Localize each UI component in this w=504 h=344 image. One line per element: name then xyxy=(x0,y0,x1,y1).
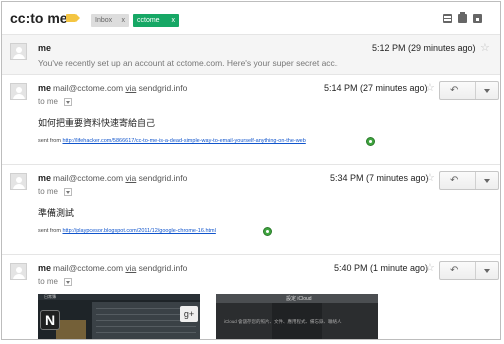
sender-name: me xyxy=(38,83,52,93)
via-link[interactable]: via xyxy=(125,83,136,93)
star-icon[interactable]: ☆ xyxy=(480,43,490,54)
sender-domain: sendgrid.info xyxy=(138,263,188,273)
message-time: 5:12 PM (29 minutes ago) xyxy=(372,43,476,53)
show-details-icon[interactable] xyxy=(64,278,72,286)
recipient-line: to me xyxy=(38,97,59,106)
sender-domain: sendgrid.info xyxy=(138,83,188,93)
sender-email: mail@cctome.com xyxy=(53,83,124,93)
show-details-icon[interactable] xyxy=(64,188,72,196)
avatar xyxy=(10,83,27,100)
button-divider xyxy=(475,82,476,99)
print-icon[interactable] xyxy=(458,12,467,23)
more-options-icon[interactable] xyxy=(484,179,490,183)
sent-from-line: sent from http://lifehacker.com/5866617/… xyxy=(38,138,306,144)
reply-icon: ↶ xyxy=(450,175,459,186)
via-link[interactable]: via xyxy=(125,173,136,183)
remove-label-icon[interactable]: x xyxy=(122,14,126,27)
sent-from-line: sent from http://playpcesor.blogspot.com… xyxy=(38,228,216,234)
thumbnail-photo xyxy=(56,320,86,339)
thumbnail-title: 日常簿 xyxy=(44,294,56,299)
message-expanded: me mail@cctome.com via sendgrid.info 5:1… xyxy=(2,74,500,164)
reply-icon: ↶ xyxy=(450,265,459,276)
remove-label-icon[interactable]: x xyxy=(172,14,176,27)
sender-details: mail@cctome.com via sendgrid.info xyxy=(53,173,187,183)
conversation-view: cc:to me Inbox x cctome x me 5:12 PM (29… xyxy=(1,1,501,340)
conversation-header: cc:to me Inbox x cctome x xyxy=(2,2,500,34)
recipient-line: to me xyxy=(38,277,59,286)
thumbnail-titlebar: 日常簿 xyxy=(38,294,200,300)
more-options-icon[interactable] xyxy=(484,89,490,93)
extension-icon[interactable] xyxy=(263,227,272,236)
thumbnail-title: 設定 iCloud xyxy=(286,296,312,302)
source-link[interactable]: http://playpcesor.blogspot.com/2011/12/g… xyxy=(62,228,215,234)
label-chip-cctome[interactable]: cctome x xyxy=(133,14,179,27)
button-divider xyxy=(475,172,476,189)
sender-name: me xyxy=(38,43,52,53)
show-details-icon[interactable] xyxy=(64,98,72,106)
app-tile: N xyxy=(40,310,60,330)
message-expanded: me mail@cctome.com via sendgrid.info 5:3… xyxy=(2,164,500,254)
thumbnail-titlebar: 設定 iCloud xyxy=(216,294,378,303)
expand-all-icon[interactable] xyxy=(443,14,452,23)
message-time: 5:40 PM (1 minute ago) xyxy=(334,263,429,273)
message-body: 準備測試 xyxy=(38,208,75,218)
message-time: 5:14 PM (27 minutes ago) xyxy=(324,83,428,93)
reply-button[interactable]: ↶ xyxy=(439,171,499,190)
important-marker-icon[interactable] xyxy=(66,14,80,22)
sender-email: mail@cctome.com xyxy=(53,263,124,273)
sent-from-label: sent from xyxy=(38,138,61,144)
reply-icon: ↶ xyxy=(450,85,459,96)
conversation-subject: cc:to me xyxy=(10,10,68,26)
via-link[interactable]: via xyxy=(125,263,136,273)
attachment-thumbnail[interactable]: 設定 iCloud iCloud 會儲存您的照片、文件、應用程式、備忘錄、聯絡人 xyxy=(216,294,378,339)
attachment-thumbnail[interactable]: 日常簿 N g+ xyxy=(38,294,200,339)
gplus-badge: g+ xyxy=(180,306,198,322)
label-chip-text: cctome xyxy=(137,17,160,24)
message-body: 如何把重要資料快速寄給自己 xyxy=(38,118,156,128)
extension-icon[interactable] xyxy=(366,137,375,146)
label-chip-inbox[interactable]: Inbox x xyxy=(91,14,129,27)
reply-button[interactable]: ↶ xyxy=(439,261,499,280)
message-snippet: You've recently set up an account at cct… xyxy=(38,58,338,68)
star-icon[interactable]: ☆ xyxy=(425,83,435,94)
message-collapsed[interactable]: me 5:12 PM (29 minutes ago) ☆ You've rec… xyxy=(2,34,500,74)
message-time: 5:34 PM (7 minutes ago) xyxy=(330,173,429,183)
sender-domain: sendgrid.info xyxy=(138,173,188,183)
thumbnail-text: iCloud 會儲存您的照片、文件、應用程式、備忘錄、聯絡人 xyxy=(224,319,342,324)
star-icon[interactable]: ☆ xyxy=(425,173,435,184)
more-options-icon[interactable] xyxy=(484,269,490,273)
new-window-icon[interactable] xyxy=(473,14,482,23)
avatar xyxy=(10,263,27,280)
label-chip-text: Inbox xyxy=(95,17,113,24)
button-divider xyxy=(475,262,476,279)
sender-name: me xyxy=(38,263,52,273)
sender-details: mail@cctome.com via sendgrid.info xyxy=(53,83,187,93)
recipient-line: to me xyxy=(38,187,59,196)
sender-name: me xyxy=(38,173,52,183)
sender-email: mail@cctome.com xyxy=(53,173,124,183)
sender-details: mail@cctome.com via sendgrid.info xyxy=(53,263,187,273)
source-link[interactable]: http://lifehacker.com/5866617/cc-to-me-i… xyxy=(62,138,305,144)
avatar xyxy=(10,43,27,60)
sent-from-label: sent from xyxy=(38,228,61,234)
avatar xyxy=(10,173,27,190)
star-icon[interactable]: ☆ xyxy=(425,263,435,274)
reply-button[interactable]: ↶ xyxy=(439,81,499,100)
